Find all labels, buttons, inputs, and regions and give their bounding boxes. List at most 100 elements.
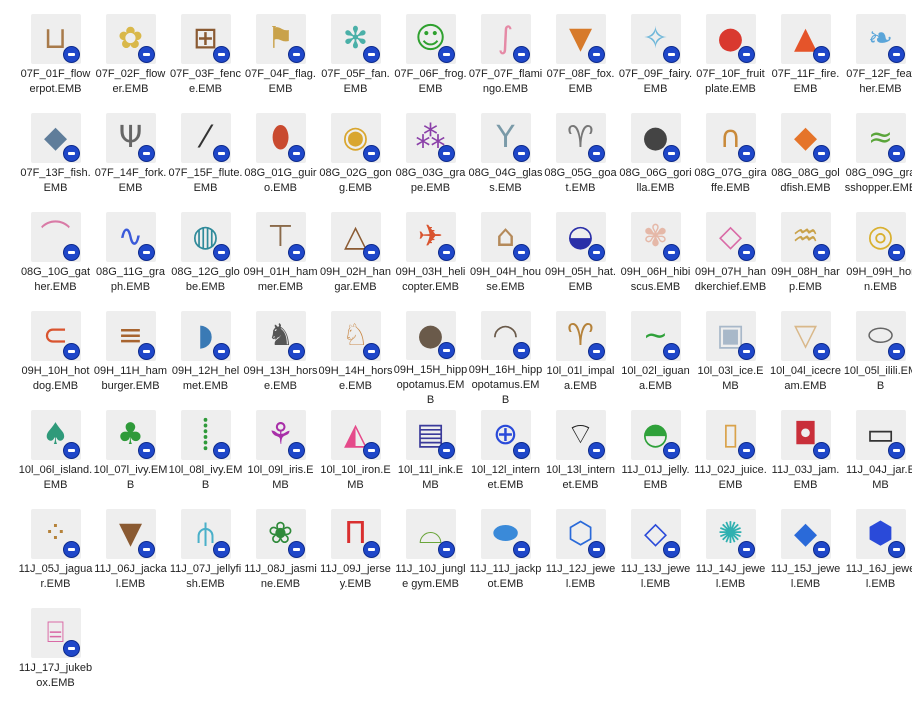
file-thumbnail: ⌔ bbox=[555, 410, 606, 460]
file-thumbnail: ♈ bbox=[555, 311, 606, 361]
file-item[interactable]: ◆ 08G_08G_goldfish.EMB bbox=[768, 111, 843, 210]
file-item[interactable]: ◗ 09H_12H_helmet.EMB bbox=[168, 309, 243, 408]
file-item[interactable]: ∿ 08G_11G_graph.EMB bbox=[93, 210, 168, 309]
file-item[interactable]: ☺ 07F_06F_frog.EMB bbox=[393, 12, 468, 111]
file-item[interactable]: ✾ 09H_06H_hibiscus.EMB bbox=[618, 210, 693, 309]
file-item[interactable]: ● 07F_10F_fruit plate.EMB bbox=[693, 12, 768, 111]
file-item[interactable]: △ 09H_02H_hangar.EMB bbox=[318, 210, 393, 309]
file-item[interactable]: Y 08G_04G_glass.EMB bbox=[468, 111, 543, 210]
app-badge-icon bbox=[137, 541, 155, 558]
app-badge-icon bbox=[812, 442, 830, 459]
file-item[interactable]: ≡ 09H_11H_hamburger.EMB bbox=[93, 309, 168, 408]
file-name-label: 09H_15H_hippopotamus.EMB bbox=[393, 364, 468, 406]
file-thumbnail: ◭ bbox=[330, 410, 381, 460]
file-item[interactable]: ⌒ 08G_10G_gather.EMB bbox=[18, 210, 93, 309]
file-thumbnail: ● bbox=[630, 113, 681, 163]
app-badge-icon bbox=[662, 442, 680, 459]
file-thumbnail: ◆ bbox=[780, 509, 831, 559]
file-thumbnail: ◘ bbox=[780, 410, 831, 460]
file-thumbnail: ◇ bbox=[630, 509, 681, 559]
file-item[interactable]: ◓ 11J_01J_jelly.EMB bbox=[618, 408, 693, 507]
file-item[interactable]: Π 11J_09J_jersey.EMB bbox=[318, 507, 393, 606]
file-item[interactable]: ▤ 10l_11l_ink.EMB bbox=[393, 408, 468, 507]
file-item[interactable]: ♈ 08G_05G_goat.EMB bbox=[543, 111, 618, 210]
file-item[interactable]: ⁘ 11J_05J_jaguar.EMB bbox=[18, 507, 93, 606]
file-item[interactable]: Ψ 07F_14F_fork.EMB bbox=[93, 111, 168, 210]
file-item[interactable]: ♒ 09H_08H_harp.EMB bbox=[768, 210, 843, 309]
file-item[interactable]: ♣ 10l_07l_ivy.EMB bbox=[93, 408, 168, 507]
file-item[interactable]: ◒ 09H_05H_hat.EMB bbox=[543, 210, 618, 309]
app-badge-icon bbox=[362, 541, 380, 558]
file-grid: ⊔ 07F_01F_flowerpot.EMB ✿ 07F_02F_flower.EM… bbox=[18, 12, 912, 705]
file-item[interactable]: ● 08G_06G_gorilla.EMB bbox=[618, 111, 693, 210]
file-item[interactable]: ♘ 09H_14H_horse.EMB bbox=[318, 309, 393, 408]
file-item[interactable]: ⁂ 08G_03G_grape.EMB bbox=[393, 111, 468, 210]
app-badge-icon bbox=[212, 343, 230, 360]
file-item[interactable]: ● 09H_15H_hippopotamus.EMB bbox=[393, 309, 468, 408]
file-item[interactable]: ✧ 07F_09F_fairy.EMB bbox=[618, 12, 693, 111]
file-item[interactable]: ◎ 09H_09H_horn.EMB bbox=[843, 210, 912, 309]
file-item[interactable]: ⊂ 09H_10H_hot dog.EMB bbox=[18, 309, 93, 408]
file-item[interactable]: ◘ 11J_03J_jam.EMB bbox=[768, 408, 843, 507]
file-name-label: 11J_07J_jellyfish.EMB bbox=[169, 563, 242, 590]
file-item[interactable]: ∩ 08G_07G_giraffe.EMB bbox=[693, 111, 768, 210]
app-badge-icon bbox=[62, 145, 80, 162]
file-item[interactable]: ⚑ 07F_04F_flag.EMB bbox=[243, 12, 318, 111]
file-item[interactable]: ⌂ 09H_04H_house.EMB bbox=[468, 210, 543, 309]
file-item[interactable]: ≈08G_09G_grasshopper.EMB bbox=[843, 111, 912, 210]
file-name-label: 07F_07F_flamingo.EMB bbox=[468, 68, 543, 95]
file-item[interactable]: ♞ 09H_13H_horse.EMB bbox=[243, 309, 318, 408]
file-item[interactable]: ⌸ 11J_17J_jukebox.EMB bbox=[18, 606, 93, 705]
file-item[interactable]: ✿ 07F_02F_flower.EMB bbox=[93, 12, 168, 111]
file-name-label: 09H_16H_hippopotamus.EMB bbox=[468, 364, 543, 406]
file-item[interactable]: ◍ 08G_12G_globe.EMB bbox=[168, 210, 243, 309]
file-item[interactable]: ✺ 11J_14J_jewel.EMB bbox=[693, 507, 768, 606]
app-badge-icon bbox=[212, 145, 230, 162]
file-item[interactable]: ∫ 07F_07F_flamingo.EMB bbox=[468, 12, 543, 111]
file-item[interactable]: ◇ 09H_07H_handkerchief.EMB bbox=[693, 210, 768, 309]
file-item[interactable]: ▭ 11J_04J_jar.EMB bbox=[843, 408, 912, 507]
file-item[interactable]: ✻ 07F_05F_fan.EMB bbox=[318, 12, 393, 111]
file-item[interactable]: ⬮ 08G_01G_guiro.EMB bbox=[243, 111, 318, 210]
file-item[interactable]: ▽ 10l_04l_icecream.EMB bbox=[768, 309, 843, 408]
file-item[interactable]: ▲ 07F_11F_fire.EMB bbox=[768, 12, 843, 111]
file-item[interactable]: ♠ 10l_06l_island.EMB bbox=[18, 408, 93, 507]
file-item[interactable]: ▼ 07F_08F_fox.EMB bbox=[543, 12, 618, 111]
file-item[interactable]: ⬭ 10l_05l_ilili.EMB bbox=[843, 309, 912, 408]
file-item[interactable]: ⬬ 11J_11J_jackpot.EMB bbox=[468, 507, 543, 606]
file-item[interactable]: ◆ 07F_13F_fish.EMB bbox=[18, 111, 93, 210]
file-item[interactable]: ⌓ 11J_10J_jungle gym.EMB bbox=[393, 507, 468, 606]
file-item[interactable]: ❀ 11J_08J_jasmine.EMB bbox=[243, 507, 318, 606]
file-item[interactable]: ◇ 11J_13J_jewel.EMB bbox=[618, 507, 693, 606]
file-item[interactable]: ⊞ 07F_03F_fence.EMB bbox=[168, 12, 243, 111]
file-item[interactable]: ⸽ 10l_08l_ivy.EMB bbox=[168, 408, 243, 507]
file-name-label: 09H_09H_horn.EMB bbox=[846, 266, 912, 293]
file-thumbnail: ⁂ bbox=[405, 113, 456, 163]
file-thumbnail: ◠ bbox=[480, 311, 531, 360]
file-item[interactable]: ▣ 10l_03l_ice.EMB bbox=[693, 309, 768, 408]
file-thumbnail: ⚑ bbox=[255, 14, 306, 64]
file-item[interactable]: ⬡ 11J_12J_jewel.EMB bbox=[543, 507, 618, 606]
file-item[interactable]: ◠ 09H_16H_hippopotamus.EMB bbox=[468, 309, 543, 408]
app-badge-icon bbox=[62, 343, 80, 360]
file-item[interactable]: ⚘ 10l_09l_iris.EMB bbox=[243, 408, 318, 507]
file-item[interactable]: ◆ 11J_15J_jewel.EMB bbox=[768, 507, 843, 606]
file-thumbnail: ≡ bbox=[105, 311, 156, 361]
file-item[interactable]: ◭ 10l_10l_iron.EMB bbox=[318, 408, 393, 507]
file-item[interactable]: ⬢ 11J_16J_jewel.EMB bbox=[843, 507, 912, 606]
file-item[interactable]: ⁄ 07F_15F_flute.EMB bbox=[168, 111, 243, 210]
file-item[interactable]: ◉ 08G_02G_gong.EMB bbox=[318, 111, 393, 210]
file-thumbnail: ● bbox=[705, 14, 756, 64]
file-item[interactable]: ⊕ 10l_12l_internet.EMB bbox=[468, 408, 543, 507]
file-item[interactable]: ❧ 07F_12F_feather.EMB bbox=[843, 12, 912, 111]
file-item[interactable]: ▼ 11J_06J_jackal.EMB bbox=[93, 507, 168, 606]
file-item[interactable]: ✈ 09H_03H_helicopter.EMB bbox=[393, 210, 468, 309]
file-item[interactable]: ∼ 10l_02l_iguana.EMB bbox=[618, 309, 693, 408]
file-item[interactable]: ▯ 11J_02J_juice.EMB bbox=[693, 408, 768, 507]
file-item[interactable]: ♈ 10l_01l_impala.EMB bbox=[543, 309, 618, 408]
file-item[interactable]: ⫛ 11J_07J_jellyfish.EMB bbox=[168, 507, 243, 606]
file-thumbnail: ▲ bbox=[780, 14, 831, 64]
file-item[interactable]: ⌔ 10l_13l_internet.EMB bbox=[543, 408, 618, 507]
file-item[interactable]: ⊤ 09H_01H_hammer.EMB bbox=[243, 210, 318, 309]
file-item[interactable]: ⊔ 07F_01F_flowerpot.EMB bbox=[18, 12, 93, 111]
